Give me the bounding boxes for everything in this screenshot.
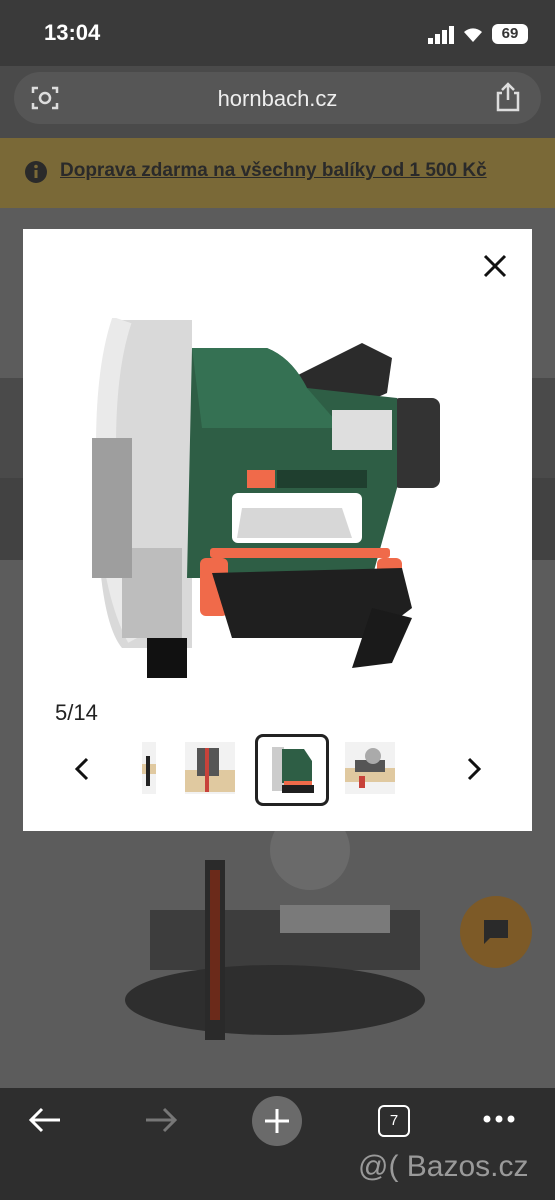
close-icon[interactable] (482, 253, 508, 279)
thumbnail-3[interactable] (142, 742, 156, 794)
battery-icon: 69 (492, 24, 528, 44)
shipping-banner-link[interactable]: Doprava zdarma na všechny balíky od 1 50… (60, 160, 487, 182)
product-main-image (92, 318, 440, 678)
background-product-image (125, 830, 425, 1040)
plus-icon (265, 1109, 289, 1133)
chat-button[interactable] (460, 896, 532, 968)
signal-icon (428, 26, 454, 44)
new-tab-button[interactable] (252, 1096, 302, 1146)
more-icon[interactable] (482, 1114, 516, 1124)
thumbnail-6[interactable] (345, 742, 395, 794)
thumbnail-4[interactable] (185, 742, 235, 794)
chevron-right-icon[interactable] (462, 756, 484, 782)
info-icon (25, 161, 47, 183)
thumbnail-5-selected[interactable] (255, 734, 329, 806)
scan-icon[interactable] (31, 84, 59, 112)
address-bar[interactable]: hornbach.cz (14, 72, 541, 124)
back-arrow-icon[interactable] (28, 1106, 62, 1134)
chat-icon (484, 920, 508, 944)
wifi-icon (464, 28, 482, 42)
image-counter: 5/14 (55, 700, 98, 725)
chevron-left-icon[interactable] (72, 756, 94, 782)
watermark: @( Bazos.cz (358, 1150, 529, 1183)
status-time: 13:04 (44, 20, 101, 45)
url-text: hornbach.cz (217, 86, 338, 111)
share-icon[interactable] (494, 82, 522, 112)
forward-arrow-icon[interactable] (144, 1106, 178, 1134)
tabs-button[interactable]: 7 (378, 1105, 410, 1137)
